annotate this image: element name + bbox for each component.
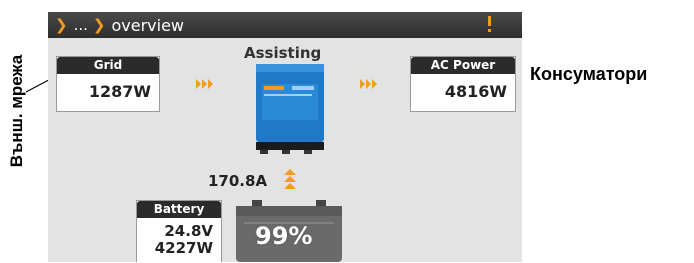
grid-label: Grid (57, 57, 159, 74)
charge-up-arrow-icon (284, 169, 296, 189)
grid-power-value: 1287W (88, 82, 151, 101)
battery-voltage: 24.8V (164, 222, 213, 240)
flow-arrow-icon (196, 79, 213, 89)
consumers-annotation: Консуматори (530, 64, 648, 84)
battery-power: 4227W (154, 239, 213, 257)
battery-tile[interactable]: Battery 24.8V 4227W (136, 200, 222, 262)
ac-power-value: 4816W (444, 82, 507, 101)
grid-tile[interactable]: Grid 1287W (56, 56, 160, 112)
grid-annotation-text: Външ. мрежа (7, 54, 26, 168)
grid-annotation: Външ. мрежа (6, 46, 28, 176)
battery-soc: 99% (255, 222, 313, 250)
ac-power-label: AC Power (411, 57, 515, 74)
alert-icon[interactable] (488, 16, 492, 32)
battery-label: Battery (137, 201, 221, 218)
chevron-right-icon: ❯ (55, 16, 68, 34)
overview-screen: ❯ ... ❯ overview Grid 1287W Assisting AC… (48, 12, 522, 262)
breadcrumb-current: overview (111, 15, 184, 35)
flow-arrow-icon (360, 79, 377, 89)
inverter-mode: Assisting (244, 44, 322, 62)
breadcrumb-parent[interactable]: ... (74, 16, 88, 34)
ac-power-tile[interactable]: AC Power 4816W (410, 56, 516, 112)
battery-current: 170.8A (208, 172, 268, 190)
chevron-right-icon: ❯ (92, 16, 106, 34)
top-bar: ❯ ... ❯ overview (48, 12, 522, 38)
inverter-icon[interactable] (252, 64, 328, 154)
